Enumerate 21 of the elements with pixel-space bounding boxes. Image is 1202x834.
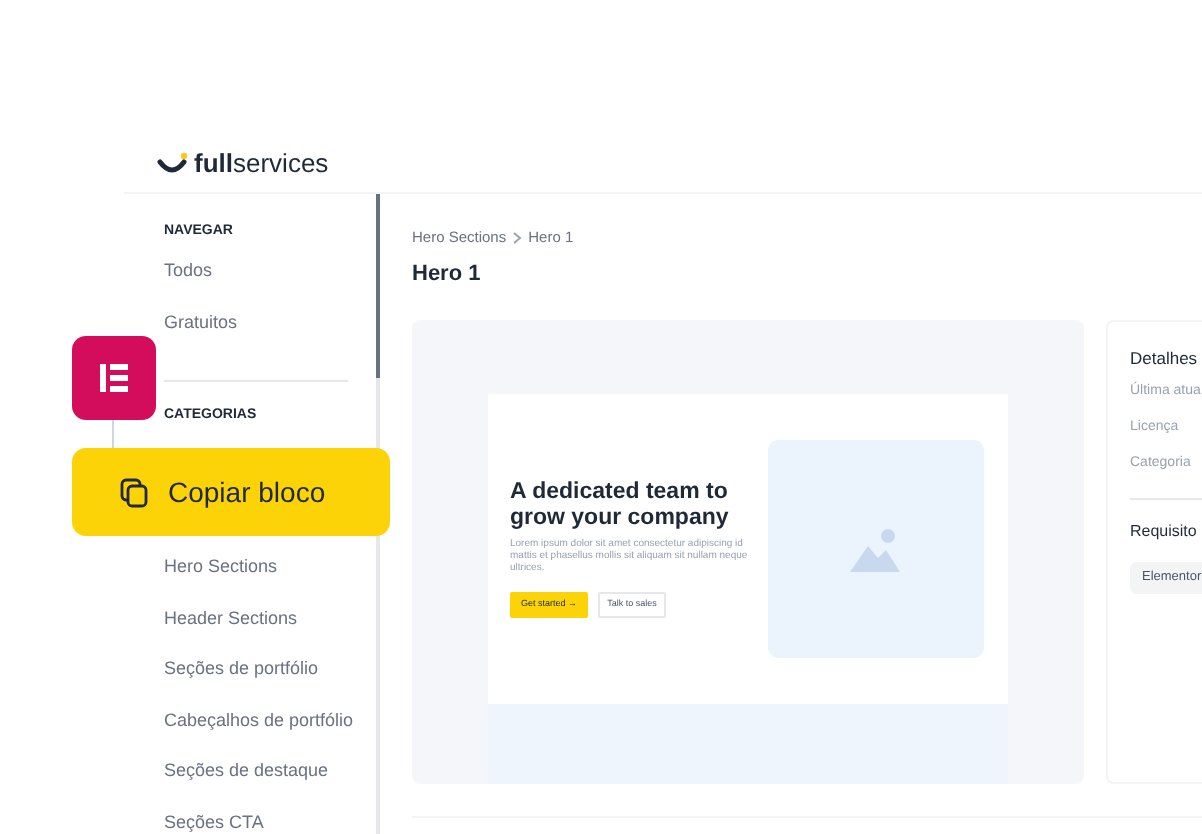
sidebar-item[interactable]: Seções de portfólio	[164, 656, 348, 707]
sidebar-item[interactable]: Gratuitos	[164, 309, 348, 360]
page-title: Hero 1	[412, 260, 483, 286]
sidebar-item[interactable]: Cabeçalhos de portfólio	[164, 707, 348, 758]
sidebar-item[interactable]: Todos	[164, 258, 348, 309]
chevron-icon	[512, 232, 523, 244]
requirements-heading: Requisito	[1130, 520, 1199, 544]
sidebar-item[interactable]: Hero Sections	[164, 554, 348, 605]
sidebar-item[interactable]: Seções CTA	[164, 809, 348, 834]
sidebar-item[interactable]: Seções de destaque	[164, 758, 348, 809]
copy-block-button[interactable]: Copiar bloco	[72, 448, 390, 536]
image-icon	[850, 527, 902, 571]
preview-heading: A dedicated team to grow your company	[510, 480, 731, 532]
logo-icon	[156, 152, 188, 176]
elementor-logo-icon	[98, 362, 130, 394]
copy-icon	[120, 477, 148, 507]
scrollbar-thumb[interactable]	[376, 194, 380, 378]
sidebar-item[interactable]: Header Sections	[164, 605, 348, 656]
details-heading: Detalhes	[1130, 346, 1200, 372]
connector-line	[112, 420, 114, 448]
logo-text: fullservices	[194, 146, 329, 183]
